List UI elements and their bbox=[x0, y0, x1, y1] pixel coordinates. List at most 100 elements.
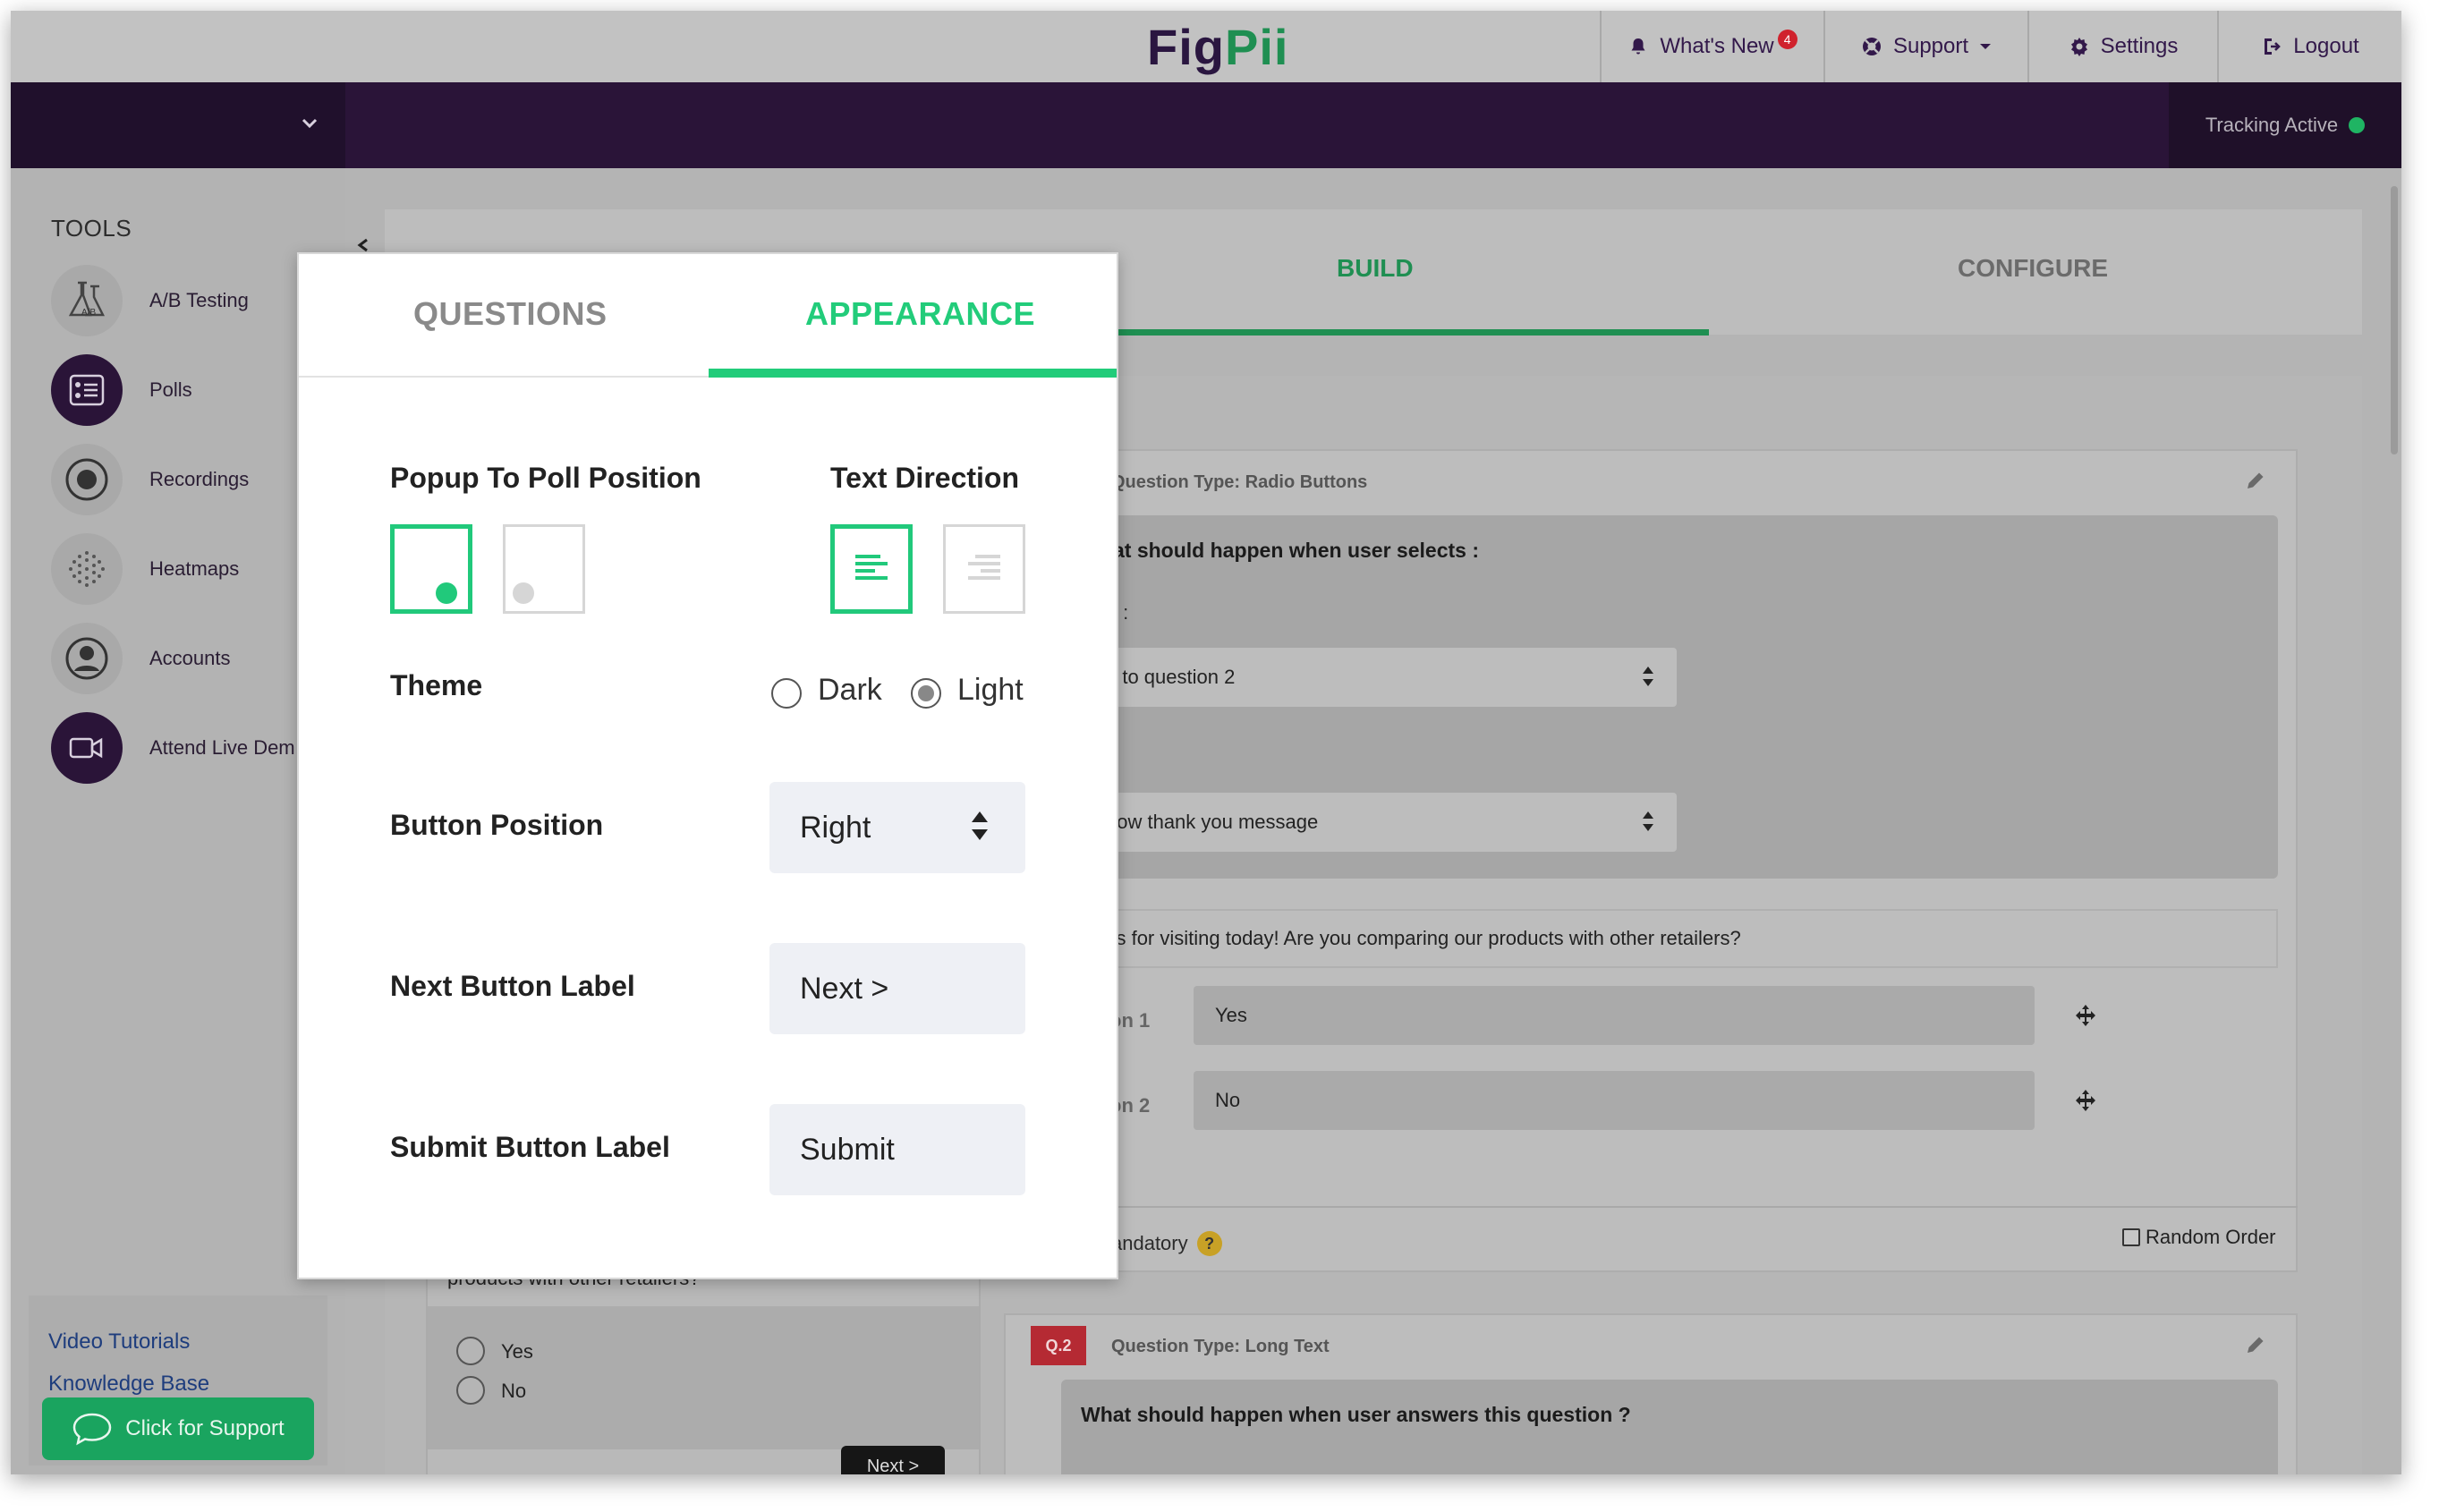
popup-position-label: Popup To Poll Position bbox=[390, 462, 701, 494]
pencil-icon[interactable] bbox=[2244, 469, 2267, 492]
text-direction-rtl[interactable] bbox=[943, 524, 1025, 614]
active-tab-indicator bbox=[709, 369, 1117, 378]
sidebar-item-recordings[interactable]: Recordings bbox=[51, 444, 249, 515]
support-button[interactable]: Click for Support bbox=[42, 1397, 314, 1460]
sidebar-item-ab-testing[interactable]: A/B A/B Testing bbox=[51, 265, 249, 336]
bell-icon bbox=[1631, 38, 1645, 55]
tab-questions[interactable]: QUESTIONS bbox=[413, 295, 608, 333]
submit-button-input[interactable]: Submit bbox=[769, 1104, 1025, 1195]
theme-light-radio[interactable] bbox=[911, 678, 941, 709]
tracking-status: Tracking Active bbox=[2169, 82, 2401, 168]
site-bar: Tracking Active bbox=[11, 82, 2401, 168]
help-icon[interactable]: ? bbox=[1196, 1231, 1222, 1256]
next-button-label-title: Next Button Label bbox=[390, 970, 635, 1002]
top-bar: FigPii What's New 4 Support Settings Log… bbox=[11, 11, 2401, 82]
sidebar-item-heatmaps[interactable]: Heatmaps bbox=[51, 533, 239, 605]
sidebar-item-label: A/B Testing bbox=[149, 289, 249, 311]
tab-build[interactable]: BUILD bbox=[1337, 254, 1414, 283]
logic-title-2: What should happen when user answers thi… bbox=[1081, 1403, 1631, 1426]
option-1-input[interactable]: Yes bbox=[1194, 986, 2035, 1045]
preview-next-button[interactable]: Next > bbox=[841, 1446, 945, 1474]
move-icon[interactable] bbox=[2074, 1089, 2097, 1112]
divider bbox=[1004, 1206, 2298, 1208]
mandatory-toggle[interactable]: andatory ? bbox=[1111, 1231, 1222, 1256]
sidebar: TOOLS A/B A/B Testing Polls Recordings H… bbox=[11, 168, 345, 1474]
button-position-value: Right bbox=[800, 810, 871, 845]
question-type-label: Question Type: Radio Buttons bbox=[1111, 472, 1368, 492]
video-tutorials-link[interactable]: Video Tutorials bbox=[48, 1329, 190, 1355]
align-right-icon bbox=[968, 555, 1000, 580]
support-label: Support bbox=[1892, 34, 1969, 58]
knowledge-base-link[interactable]: Knowledge Base bbox=[48, 1372, 209, 1397]
submit-button-label-title: Submit Button Label bbox=[390, 1131, 670, 1163]
question-type-label: Question Type: Long Text bbox=[1111, 1337, 1330, 1356]
record-icon bbox=[51, 444, 123, 515]
notification-badge: 4 bbox=[1777, 30, 1797, 49]
chat-bubble-icon bbox=[73, 1413, 112, 1446]
select-arrows-icon bbox=[1643, 667, 1653, 686]
appearance-modal: QUESTIONS APPEARANCE Popup To Poll Posit… bbox=[297, 252, 1118, 1279]
logic-select-2[interactable]: how thank you message bbox=[1093, 793, 1677, 852]
preview-radio-no[interactable] bbox=[456, 1376, 485, 1405]
svg-text:A/B: A/B bbox=[81, 308, 96, 318]
active-tab-indicator bbox=[1101, 329, 1709, 336]
caret-down-icon bbox=[1980, 44, 1992, 49]
preview-option-label: Yes bbox=[501, 1340, 533, 1363]
random-order-label: Random Order bbox=[2146, 1226, 2276, 1248]
whats-new-label: What's New bbox=[1660, 34, 1774, 58]
align-left-icon bbox=[855, 555, 888, 580]
sidebar-item-label: Polls bbox=[149, 378, 192, 401]
site-selector[interactable] bbox=[11, 82, 345, 168]
sidebar-item-label: Recordings bbox=[149, 468, 250, 490]
sidebar-item-label: Attend Live Dem bbox=[149, 736, 295, 759]
tab-configure[interactable]: CONFIGURE bbox=[1958, 254, 2108, 283]
flask-icon: A/B bbox=[51, 265, 123, 336]
sidebar-item-label: Heatmaps bbox=[149, 557, 240, 580]
tab-appearance[interactable]: APPEARANCE bbox=[805, 295, 1035, 333]
chevron-down-icon bbox=[302, 118, 318, 129]
next-button-input[interactable]: Next > bbox=[769, 943, 1025, 1034]
move-icon[interactable] bbox=[2074, 1004, 2097, 1027]
question-text-input[interactable]: anks for visiting today! Are you compari… bbox=[1061, 909, 2278, 968]
list-icon bbox=[51, 354, 123, 426]
text-direction-ltr[interactable] bbox=[830, 524, 913, 614]
checkbox[interactable] bbox=[2122, 1228, 2140, 1246]
logic-select-1-value: o to question 2 bbox=[1106, 666, 1236, 688]
logout-icon bbox=[2265, 38, 2282, 55]
sidebar-item-polls[interactable]: Polls bbox=[51, 354, 192, 426]
scrollbar[interactable] bbox=[2391, 186, 2398, 454]
pencil-icon[interactable] bbox=[2244, 1333, 2267, 1356]
status-dot bbox=[2349, 117, 2366, 133]
video-icon bbox=[51, 712, 123, 784]
position-dot bbox=[513, 582, 534, 604]
logout-link[interactable]: Logout bbox=[2217, 11, 2401, 82]
option-2-input[interactable]: No bbox=[1194, 1071, 2035, 1130]
collapse-sidebar-icon[interactable] bbox=[354, 238, 372, 252]
mandatory-label: andatory bbox=[1111, 1232, 1188, 1254]
logic-panel-2 bbox=[1061, 1380, 2278, 1474]
settings-link[interactable]: Settings bbox=[2027, 11, 2217, 82]
sidebar-item-accounts[interactable]: Accounts bbox=[51, 623, 231, 694]
button-position-label: Button Position bbox=[390, 809, 604, 841]
settings-label: Settings bbox=[2100, 34, 2179, 58]
position-bottom-right[interactable] bbox=[390, 524, 472, 614]
sidebar-item-live-demo[interactable]: Attend Live Dem bbox=[51, 712, 295, 784]
logic-select-2-value: how thank you message bbox=[1106, 811, 1319, 833]
logic-title: at should happen when user selects : bbox=[1113, 539, 1479, 562]
theme-light-label: Light bbox=[957, 673, 1024, 707]
theme-label: Theme bbox=[390, 669, 483, 701]
sidebar-item-label: Accounts bbox=[149, 647, 231, 669]
text-direction-label: Text Direction bbox=[830, 462, 1019, 494]
theme-dark-radio[interactable] bbox=[771, 678, 802, 709]
preview-radio-yes[interactable] bbox=[456, 1337, 485, 1365]
logic-select-1[interactable]: o to question 2 bbox=[1093, 648, 1677, 707]
figpii-logo[interactable]: FigPii bbox=[1147, 18, 1288, 76]
whats-new-link[interactable]: What's New 4 bbox=[1600, 11, 1823, 82]
question-number-badge: Q.2 bbox=[1031, 1326, 1086, 1365]
select-arrows-icon bbox=[1643, 811, 1653, 831]
support-menu[interactable]: Support bbox=[1823, 11, 2027, 82]
logout-label: Logout bbox=[2293, 34, 2359, 58]
button-position-select[interactable]: Right bbox=[769, 782, 1025, 873]
random-order-checkbox[interactable]: Random Order bbox=[2122, 1226, 2276, 1249]
position-bottom-left[interactable] bbox=[503, 524, 585, 614]
